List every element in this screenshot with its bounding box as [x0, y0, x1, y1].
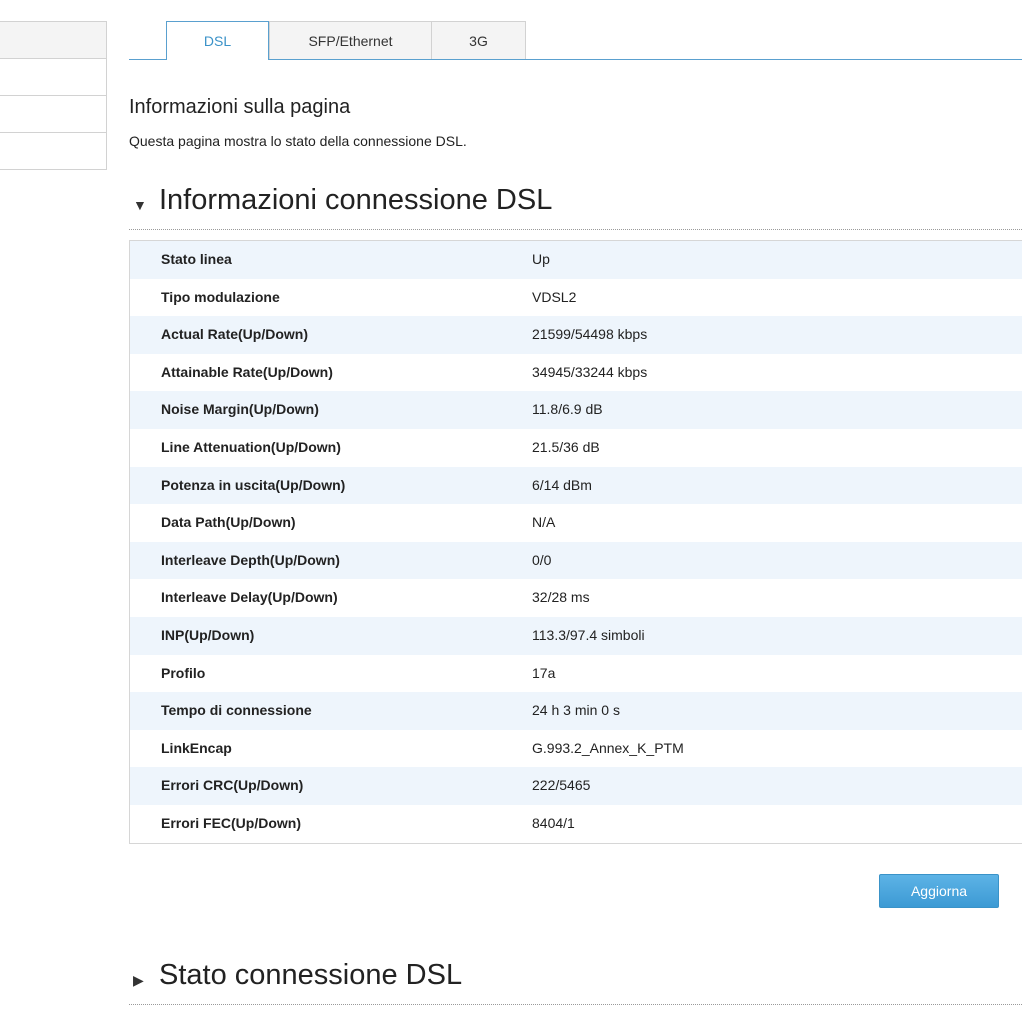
table-row: Errori FEC(Up/Down) 8404/1: [130, 804, 1022, 843]
page: DSL SFP/Ethernet 3G Informazioni sulla p…: [0, 0, 1022, 1024]
sidebar-item-3[interactable]: [0, 132, 107, 170]
row-value: 0/0: [532, 551, 552, 568]
sidebar: [0, 21, 107, 170]
row-label: Errori CRC(Up/Down): [161, 777, 304, 794]
row-label: Stato linea: [161, 251, 232, 267]
table-row: Stato linea Up: [130, 241, 1022, 279]
row-label: Line Attenuation(Up/Down): [161, 438, 341, 455]
row-value: 32/28 ms: [532, 589, 590, 606]
row-value: 21599/54498 kbps: [532, 326, 648, 343]
row-value: 8404/1: [532, 814, 575, 831]
tab-3g[interactable]: 3G: [431, 21, 526, 59]
sidebar-item-0[interactable]: [0, 21, 107, 59]
table-row: INP(Up/Down) 113.3/97.4 simboli: [130, 616, 1022, 655]
tab-sfp-ethernet[interactable]: SFP/Ethernet: [269, 21, 432, 59]
row-label: Tipo modulazione: [161, 288, 280, 305]
row-value: 24 h 3 min 0 s: [532, 702, 620, 719]
table-row: Noise Margin(Up/Down) 11.8/6.9 dB: [130, 391, 1022, 429]
row-label: Errori FEC(Up/Down): [161, 814, 301, 831]
triangle-right-icon: ▶: [133, 972, 144, 988]
table-row: Tempo di connessione 24 h 3 min 0 s: [130, 692, 1022, 730]
section-dsl-status-title: Stato connessione DSL: [159, 959, 463, 991]
triangle-down-icon: ▼: [133, 197, 147, 213]
row-value: 11.8/6.9 dB: [532, 401, 603, 418]
table-row: Line Attenuation(Up/Down) 21.5/36 dB: [130, 428, 1022, 467]
page-info-description: Questa pagina mostra lo stato della conn…: [129, 133, 467, 149]
row-label: Tempo di connessione: [161, 702, 312, 719]
row-value: G.993.2_Annex_K_PTM: [532, 739, 684, 756]
row-value: 222/5465: [532, 777, 591, 794]
tab-bar: DSL SFP/Ethernet 3G: [129, 21, 1022, 60]
row-label: Noise Margin(Up/Down): [161, 401, 319, 418]
row-value: 113.3/97.4 simboli: [532, 626, 645, 643]
table-row: Attainable Rate(Up/Down) 34945/33244 kbps: [130, 353, 1022, 392]
section-dsl-info-header[interactable]: ▼ Informazioni connessione DSL: [129, 183, 1022, 230]
row-label: Data Path(Up/Down): [161, 514, 296, 531]
row-value: VDSL2: [532, 288, 577, 305]
table-row: Actual Rate(Up/Down) 21599/54498 kbps: [130, 316, 1022, 354]
table-row: Tipo modulazione VDSL2: [130, 278, 1022, 317]
row-value: N/A: [532, 514, 556, 531]
row-value: 21.5/36 dB: [532, 438, 600, 455]
row-value: 17a: [532, 664, 556, 681]
table-row: Potenza in uscita(Up/Down) 6/14 dBm: [130, 466, 1022, 505]
sidebar-item-2[interactable]: [0, 95, 107, 133]
dsl-info-table: Stato linea Up Tipo modulazione VDSL2 Actual…: [129, 240, 1022, 844]
tab-dsl[interactable]: DSL: [166, 21, 269, 60]
row-label: Potenza in uscita(Up/Down): [161, 476, 346, 493]
row-value: 6/14 dBm: [532, 476, 592, 493]
table-row: Data Path(Up/Down) N/A: [130, 504, 1022, 542]
row-value: 34945/33244 kbps: [532, 363, 648, 380]
table-row: LinkEncap G.993.2_Annex_K_PTM: [130, 729, 1022, 768]
row-label: LinkEncap: [161, 739, 232, 756]
table-row: Errori CRC(Up/Down) 222/5465: [130, 767, 1022, 805]
row-label: Interleave Delay(Up/Down): [161, 589, 338, 606]
row-label: INP(Up/Down): [161, 626, 255, 643]
section-dsl-info-title: Informazioni connessione DSL: [159, 184, 553, 216]
sidebar-item-1[interactable]: [0, 58, 107, 96]
page-info-title: Informazioni sulla pagina: [129, 96, 351, 118]
table-row: Profilo 17a: [130, 654, 1022, 693]
table-row: Interleave Depth(Up/Down) 0/0: [130, 541, 1022, 580]
row-label: Profilo: [161, 664, 206, 681]
section-dsl-status-header[interactable]: ▶ Stato connessione DSL: [129, 958, 1022, 1005]
row-value: Up: [532, 251, 550, 267]
row-label: Interleave Depth(Up/Down): [161, 551, 340, 568]
refresh-button[interactable]: Aggiorna: [879, 874, 999, 908]
table-row: Interleave Delay(Up/Down) 32/28 ms: [130, 579, 1022, 617]
row-label: Actual Rate(Up/Down): [161, 326, 308, 343]
row-label: Attainable Rate(Up/Down): [161, 363, 333, 380]
